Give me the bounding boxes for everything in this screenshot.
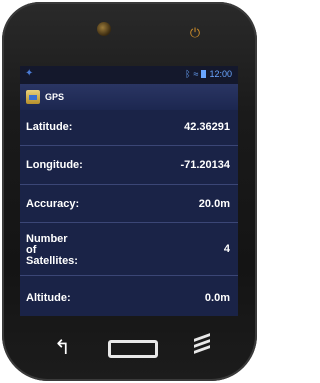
app-title: GPS — [45, 92, 65, 102]
back-icon[interactable]: ↰ — [54, 338, 76, 358]
status-time: 12:00 — [209, 69, 232, 79]
wifi-icon: ≈ — [193, 69, 199, 79]
latitude-label: Latitude: — [26, 121, 73, 133]
usb-icon: ✦ — [25, 68, 34, 79]
app-title-bar: GPS — [20, 84, 238, 110]
menu-icon[interactable] — [194, 333, 210, 356]
altitude-row: Altitude: 0.0m — [20, 276, 238, 316]
altitude-value: 0.0m — [204, 292, 230, 304]
handheld-device: ⏻ ✦ ᛒ ≈ 12:00 GPS Latitude: 42.36291 Lon… — [2, 2, 257, 381]
power-icon[interactable]: ⏻ — [188, 26, 202, 40]
home-icon[interactable] — [108, 340, 158, 358]
gps-info-list: Latitude: 42.36291 Longitude: -71.20134 … — [20, 110, 238, 316]
satellites-row: Number of Satellites: 4 — [20, 223, 238, 276]
satellites-label: Number of Satellites: — [26, 233, 78, 267]
bluetooth-icon: ᛒ — [185, 69, 191, 79]
satellites-value: 4 — [223, 243, 230, 255]
front-camera — [97, 22, 111, 36]
altitude-label: Altitude: — [26, 292, 71, 304]
longitude-label: Longitude: — [26, 159, 83, 171]
accuracy-label: Accuracy: — [26, 198, 80, 210]
gps-app-icon — [26, 90, 40, 104]
status-icons: ᛒ ≈ 12:00 — [185, 69, 232, 79]
accuracy-row: Accuracy: 20.0m — [20, 185, 238, 223]
status-bar: ✦ ᛒ ≈ 12:00 — [20, 66, 238, 84]
accuracy-value: 20.0m — [198, 198, 230, 210]
longitude-value: -71.20134 — [180, 159, 230, 171]
longitude-row: Longitude: -71.20134 — [20, 146, 238, 185]
latitude-value: 42.36291 — [184, 121, 230, 133]
hardware-nav-bar: ↰ — [2, 322, 257, 372]
latitude-row: Latitude: 42.36291 — [20, 110, 238, 146]
device-screen: ✦ ᛒ ≈ 12:00 GPS Latitude: 42.36291 Longi… — [20, 66, 238, 316]
battery-icon — [201, 70, 207, 78]
